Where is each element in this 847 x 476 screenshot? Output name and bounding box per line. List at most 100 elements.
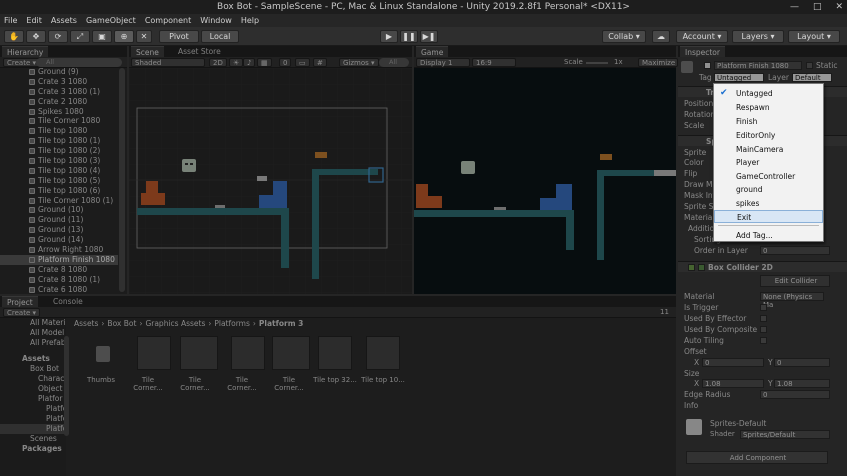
offset-y-field[interactable]: 0 bbox=[774, 358, 830, 367]
cloud-icon[interactable]: ☁ bbox=[652, 30, 670, 43]
project-create-button[interactable]: Create ▾ bbox=[3, 308, 40, 317]
edge-radius-field[interactable]: 0 bbox=[760, 390, 830, 399]
info-foldout[interactable]: Info bbox=[684, 401, 698, 410]
minimize-button[interactable]: — bbox=[790, 0, 799, 14]
layout-dropdown[interactable]: Layout ▾ bbox=[788, 30, 840, 43]
lighting-icon[interactable]: ☀ bbox=[229, 58, 244, 67]
pause-button[interactable]: ❚❚ bbox=[400, 30, 418, 43]
hierarchy-item[interactable]: Tile top 1080 (2) bbox=[0, 146, 118, 156]
hierarchy-item[interactable]: Ground (14) bbox=[0, 235, 118, 245]
hierarchy-item[interactable]: Crate 8 1080 (1) bbox=[0, 275, 118, 285]
active-checkbox[interactable] bbox=[704, 62, 711, 69]
menu-file[interactable]: File bbox=[4, 16, 17, 25]
asset-thumbnail[interactable] bbox=[231, 336, 265, 370]
auto-tiling-checkbox[interactable] bbox=[760, 337, 767, 344]
hierarchy-item[interactable]: Crate 8 1080 bbox=[0, 265, 118, 275]
menu-window[interactable]: Window bbox=[200, 16, 232, 25]
asset-thumbnail[interactable] bbox=[366, 336, 400, 370]
tab-scene[interactable]: Scene bbox=[131, 46, 164, 57]
account-dropdown[interactable]: Account ▾ bbox=[676, 30, 728, 43]
camera-icon[interactable]: ▭ bbox=[295, 58, 310, 67]
hierarchy-item[interactable]: Tile top 1080 (6) bbox=[0, 186, 118, 196]
tab-project[interactable]: Project bbox=[2, 296, 38, 307]
favorite-item[interactable]: All Materi bbox=[0, 318, 66, 328]
order-in-layer-field[interactable]: 0 bbox=[760, 246, 830, 255]
hierarchy-item[interactable]: Ground (11) bbox=[0, 215, 118, 225]
tree-item[interactable]: Platfor bbox=[0, 394, 66, 404]
scale-slider[interactable] bbox=[586, 62, 608, 64]
tree-item-packages[interactable]: Packages bbox=[0, 444, 66, 454]
asset-thumbnail[interactable] bbox=[318, 336, 352, 370]
used-by-composite-checkbox[interactable] bbox=[760, 326, 767, 333]
breadcrumb-item[interactable]: Box Bot bbox=[107, 319, 136, 328]
hierarchy-create-button[interactable]: Create ▾ bbox=[3, 58, 40, 67]
close-button[interactable]: ✕ bbox=[835, 0, 843, 14]
tag-option[interactable]: ground bbox=[714, 183, 823, 196]
scene-viewport[interactable] bbox=[129, 68, 412, 294]
tag-option[interactable]: GameController bbox=[714, 170, 823, 183]
menu-component[interactable]: Component bbox=[145, 16, 191, 25]
grid-icon[interactable]: # bbox=[313, 58, 327, 67]
step-button[interactable]: ▶❚ bbox=[420, 30, 438, 43]
project-tree-scrollbar[interactable] bbox=[64, 336, 69, 436]
static-checkbox[interactable] bbox=[806, 62, 813, 69]
tag-option[interactable]: Respawn bbox=[714, 101, 823, 114]
hierarchy-item[interactable]: Tile Corner 1080 (1) bbox=[0, 196, 118, 206]
hierarchy-item[interactable]: Crate 6 1080 bbox=[0, 285, 118, 294]
breadcrumb-current[interactable]: Platform 3 bbox=[259, 319, 303, 328]
tree-item[interactable]: Platfo bbox=[0, 414, 67, 424]
play-button[interactable]: ▶ bbox=[380, 30, 398, 43]
scene-search-input[interactable]: All bbox=[379, 58, 409, 67]
breadcrumb-item[interactable]: Graphics Assets bbox=[145, 319, 205, 328]
hierarchy-item[interactable]: Crate 2 1080 bbox=[0, 97, 118, 107]
tag-option[interactable]: ✔ Untagged bbox=[714, 87, 823, 100]
tree-item-assets[interactable]: Assets bbox=[0, 354, 66, 364]
tree-item-selected[interactable]: Platfo bbox=[0, 424, 67, 434]
scale-tool-icon[interactable]: ⤢ bbox=[70, 30, 90, 43]
tag-option[interactable]: Add Tag... bbox=[714, 229, 823, 242]
edit-collider-button[interactable]: Edit Collider bbox=[760, 275, 830, 287]
maximize-on-play-toggle[interactable]: Maximize o bbox=[638, 58, 678, 67]
size-y-field[interactable]: 1.08 bbox=[774, 379, 830, 388]
hierarchy-item[interactable]: Platform Finish 1080 bbox=[0, 254, 118, 265]
hierarchy-item[interactable]: Ground (10) bbox=[0, 205, 118, 215]
shading-mode-dropdown[interactable]: Shaded bbox=[131, 58, 205, 67]
tag-option[interactable]: Finish bbox=[714, 115, 823, 128]
tag-option[interactable]: Exit bbox=[714, 210, 823, 223]
move-tool-icon[interactable]: ✥ bbox=[26, 30, 46, 43]
hierarchy-item[interactable]: Ground (13) bbox=[0, 225, 118, 235]
tab-game[interactable]: Game bbox=[416, 46, 449, 57]
hierarchy-search-input[interactable]: All bbox=[36, 58, 122, 67]
shader-dropdown[interactable]: Sprites/Default bbox=[740, 430, 830, 439]
hidden-objects-icon[interactable]: 0 bbox=[279, 58, 292, 67]
size-x-field[interactable]: 1.08 bbox=[702, 379, 764, 388]
hierarchy-item[interactable]: Tile top 1080 (1) bbox=[0, 136, 118, 146]
menu-help[interactable]: Help bbox=[241, 16, 259, 25]
offset-x-field[interactable]: 0 bbox=[702, 358, 764, 367]
tag-dropdown[interactable]: Untagged bbox=[714, 73, 764, 82]
tab-console[interactable]: Console bbox=[48, 296, 88, 307]
menu-assets[interactable]: Assets bbox=[51, 16, 77, 25]
collab-button[interactable]: Collab ▾ bbox=[602, 30, 646, 43]
hierarchy-scrollbar[interactable] bbox=[119, 68, 125, 292]
tree-item[interactable]: Charac bbox=[0, 374, 66, 384]
tag-option[interactable]: Player bbox=[714, 156, 823, 169]
effects-icon[interactable]: ▦ bbox=[257, 58, 272, 67]
local-toggle[interactable]: Local bbox=[201, 30, 239, 43]
tree-item[interactable]: Platfo bbox=[0, 404, 67, 414]
object-name-field[interactable]: Platform Finish 1080 bbox=[714, 61, 802, 70]
custom-tool-icon[interactable]: ✕ bbox=[136, 30, 152, 43]
used-by-effector-checkbox[interactable] bbox=[760, 315, 767, 322]
tag-option[interactable]: EditorOnly bbox=[714, 129, 823, 142]
hierarchy-item[interactable]: Tile top 1080 (5) bbox=[0, 176, 118, 186]
hierarchy-item[interactable]: Spikes 1080 bbox=[0, 107, 118, 117]
rotate-tool-icon[interactable]: ⟳ bbox=[48, 30, 68, 43]
asset-thumbnail[interactable] bbox=[137, 336, 171, 370]
hierarchy-item[interactable]: Tile Corner 1080 bbox=[0, 116, 118, 126]
tree-item[interactable]: Object bbox=[0, 384, 66, 394]
tag-option[interactable]: spikes bbox=[714, 197, 823, 210]
gizmos-dropdown[interactable]: Gizmos ▾ bbox=[339, 58, 379, 67]
folder-thumbs-icon[interactable] bbox=[90, 336, 124, 370]
box-collider-header[interactable]: Box Collider 2D bbox=[678, 261, 847, 272]
box-collider-enabled-checkbox[interactable] bbox=[688, 264, 695, 271]
